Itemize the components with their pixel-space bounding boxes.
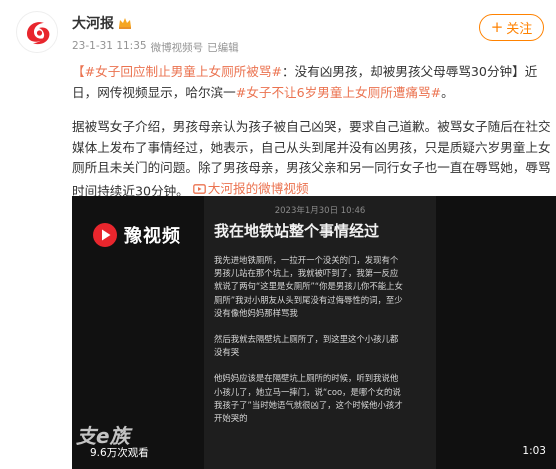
- note-paragraph: 我先进地铁厕所，一拉开一个没关的门，发现有个男孩儿站在那个坑上，我就被吓到了，我…: [214, 255, 403, 318]
- follow-label: 关注: [506, 22, 533, 37]
- post-paragraph-2: 据被骂女子介绍，男孩母亲认为孩子被自己凶哭，要求自己道歉。被骂女子随后在社交媒体…: [72, 117, 556, 201]
- note-paragraph: 他妈妈应该是在隔壁坑上厕所的时候，听到我说他小孩儿了，她立马一摔门，说“coo，…: [214, 373, 403, 424]
- video-link-icon: [192, 183, 206, 194]
- video-right-panel: 1:03: [436, 196, 556, 469]
- post-time[interactable]: 23-1-31 11:35: [72, 40, 147, 55]
- video-left-panel: 豫视频 支e族 9.6万次观看: [72, 196, 204, 469]
- note-body: 我先进地铁厕所，一拉开一个没关的门，发现有个男孩儿站在那个坑上，我就被吓到了，我…: [214, 254, 404, 438]
- avatar[interactable]: [16, 11, 58, 53]
- plus-icon: +: [490, 18, 504, 36]
- note-date: 2023年1月30日 10:46: [274, 206, 366, 216]
- hashtag-link-1[interactable]: 【#女子回应制止男童上女厕所被骂#: [72, 64, 282, 79]
- note-paragraph: 然后我就去隔壁坑上厕所了，到这里这个小孩儿都没有哭: [214, 334, 399, 358]
- edited-label[interactable]: 已编辑: [207, 40, 239, 55]
- note-title: 我在地铁站整个事情经过: [214, 222, 380, 240]
- post-source: 微博视频号: [150, 42, 204, 54]
- para1-end: 。: [441, 84, 454, 100]
- brand-logo: 豫视频: [92, 222, 181, 248]
- hashtag-link-2[interactable]: #女子不让6岁男童上女厕所遭痛骂#: [236, 85, 441, 100]
- post-text: 【#女子回应制止男童上女厕所被骂#：没有凶男孩，却被男孩父母辱骂30分钟】近日，…: [72, 62, 556, 215]
- play-logo-icon: [93, 223, 117, 247]
- para2-text: 据被骂女子介绍，男孩母亲认为孩子被自己凶哭，要求自己道歉。被骂女子随后在社交媒体…: [72, 119, 551, 198]
- view-count: 9.6万次观看: [90, 447, 149, 459]
- brand-name: 豫视频: [124, 226, 181, 247]
- dahe-logo-icon: [18, 13, 57, 52]
- post-paragraph-1: 【#女子回应制止男童上女厕所被骂#：没有凶男孩，却被男孩父母辱骂30分钟】近日，…: [72, 62, 556, 103]
- post-meta: 23-1-31 11:35 微博视频号 已编辑: [72, 40, 239, 55]
- video-phone-screen: 2023年1月30日 10:46 我在地铁站整个事情经过 我先进地铁厕所，一拉开…: [204, 196, 436, 469]
- author-line: 大河报: [72, 12, 132, 34]
- post-header: 大河报 23-1-31 11:35 微博视频号 已编辑 + 关注: [0, 0, 556, 60]
- video-player[interactable]: 豫视频 支e族 9.6万次观看 2023年1月30日 10:46 我在地铁站整个…: [72, 196, 556, 469]
- follow-button[interactable]: + 关注: [479, 14, 544, 41]
- crown-icon: [119, 18, 131, 29]
- author-name[interactable]: 大河报: [72, 13, 114, 33]
- video-duration: 1:03: [522, 445, 546, 457]
